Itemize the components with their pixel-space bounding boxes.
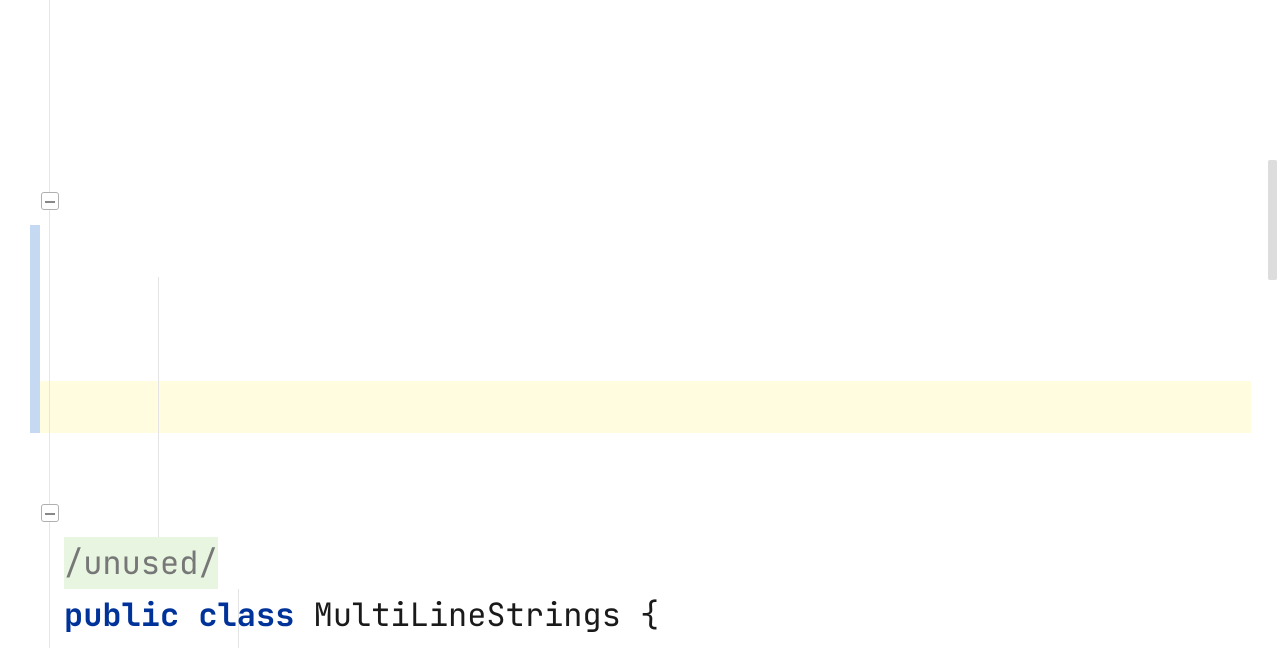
code-line[interactable]: /unused/ xyxy=(64,537,1265,589)
class-name: MultiLineStrings xyxy=(314,593,621,636)
code-line[interactable] xyxy=(64,641,1265,648)
code-editor[interactable]: /unused/ public class MultiLineStrings {… xyxy=(0,0,1280,648)
unused-annotation: /unused/ xyxy=(64,537,218,589)
gutter xyxy=(0,0,50,648)
current-line-gutter-bg xyxy=(40,381,49,433)
brace-open: { xyxy=(640,593,659,636)
keyword-public: public xyxy=(64,593,179,636)
code-line[interactable]: public class MultiLineStrings { xyxy=(64,589,1265,641)
code-area[interactable]: /unused/ public class MultiLineStrings {… xyxy=(50,0,1265,648)
current-line-bg xyxy=(50,381,1251,433)
scrollbar[interactable] xyxy=(1265,0,1280,648)
keyword-class: class xyxy=(198,593,294,636)
scrollbar-thumb[interactable] xyxy=(1268,160,1277,280)
indent-guide-1 xyxy=(158,277,159,537)
change-marker xyxy=(30,225,40,433)
